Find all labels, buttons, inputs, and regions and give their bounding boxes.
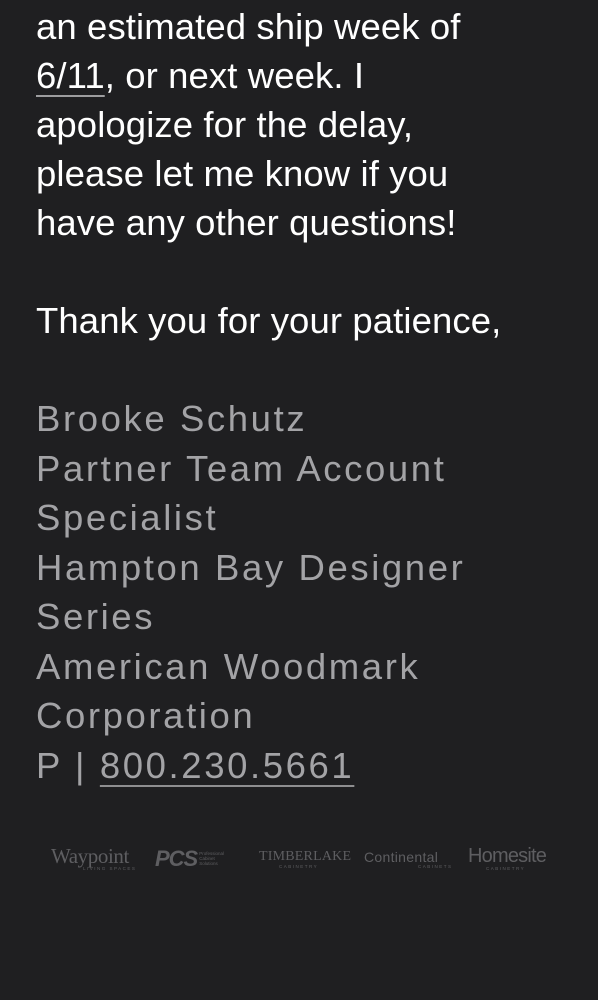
pcs-logo: PCS Professional Cabinet Solutions <box>155 848 233 870</box>
continental-logo-tagline: CABINETS <box>418 864 453 869</box>
waypoint-logo-name: Waypoint <box>51 844 129 868</box>
body-line: apologize for the delay, <box>36 104 414 145</box>
body-line: an estimated ship week of <box>36 6 461 47</box>
continental-logo: Continental CABINETS <box>364 850 453 869</box>
homesite-logo-name: Homesite <box>468 845 547 867</box>
body-line-text: , or next week. I <box>104 55 365 96</box>
phone-link[interactable]: 800.230.5661 <box>100 745 354 786</box>
signature-company: Corporation <box>36 695 256 736</box>
pcs-logo-name: PCS <box>155 846 198 871</box>
pcs-logo-tagline: Professional Cabinet Solutions <box>199 851 225 866</box>
signature-brand: Hampton Bay Designer <box>36 546 466 588</box>
signature-title: Specialist <box>36 497 219 538</box>
waypoint-logo: Waypoint LIVING SPACES <box>51 844 137 872</box>
date-link[interactable]: 6/11 <box>36 55 105 96</box>
continental-logo-name: Continental <box>364 849 439 865</box>
email-message: an estimated ship week of 6/11, or next … <box>36 0 581 790</box>
email-signature: Brooke Schutz Partner Team Account Speci… <box>36 394 581 790</box>
signature-company: American Woodmark <box>36 645 421 687</box>
homesite-logo: Homesite CABINETRY <box>468 845 547 871</box>
closing-line: Thank you for your patience, <box>36 300 502 341</box>
signature-name: Brooke Schutz <box>36 398 308 439</box>
signature-brand: Series <box>36 596 156 637</box>
phone-prefix: P | <box>36 744 100 786</box>
waypoint-logo-tagline: LIVING SPACES <box>83 866 137 871</box>
timberlake-logo-tagline: CABINETRY <box>279 864 319 869</box>
signature-title: Partner Team Account <box>36 447 447 489</box>
body-line: 6/11, or next week. I <box>36 51 581 100</box>
brand-logos: Waypoint LIVING SPACES PCS Professional C… <box>0 838 598 878</box>
message-body: an estimated ship week of 6/11, or next … <box>36 2 581 345</box>
body-line: please let me know if you <box>36 153 449 194</box>
timberlake-logo-name: TIMBERLAKE <box>259 849 352 864</box>
timberlake-logo: TIMBERLAKE CABINETRY <box>259 849 351 869</box>
body-line: have any other questions! <box>36 202 457 243</box>
signature-phone: P | 800.230.5661 <box>36 741 581 791</box>
